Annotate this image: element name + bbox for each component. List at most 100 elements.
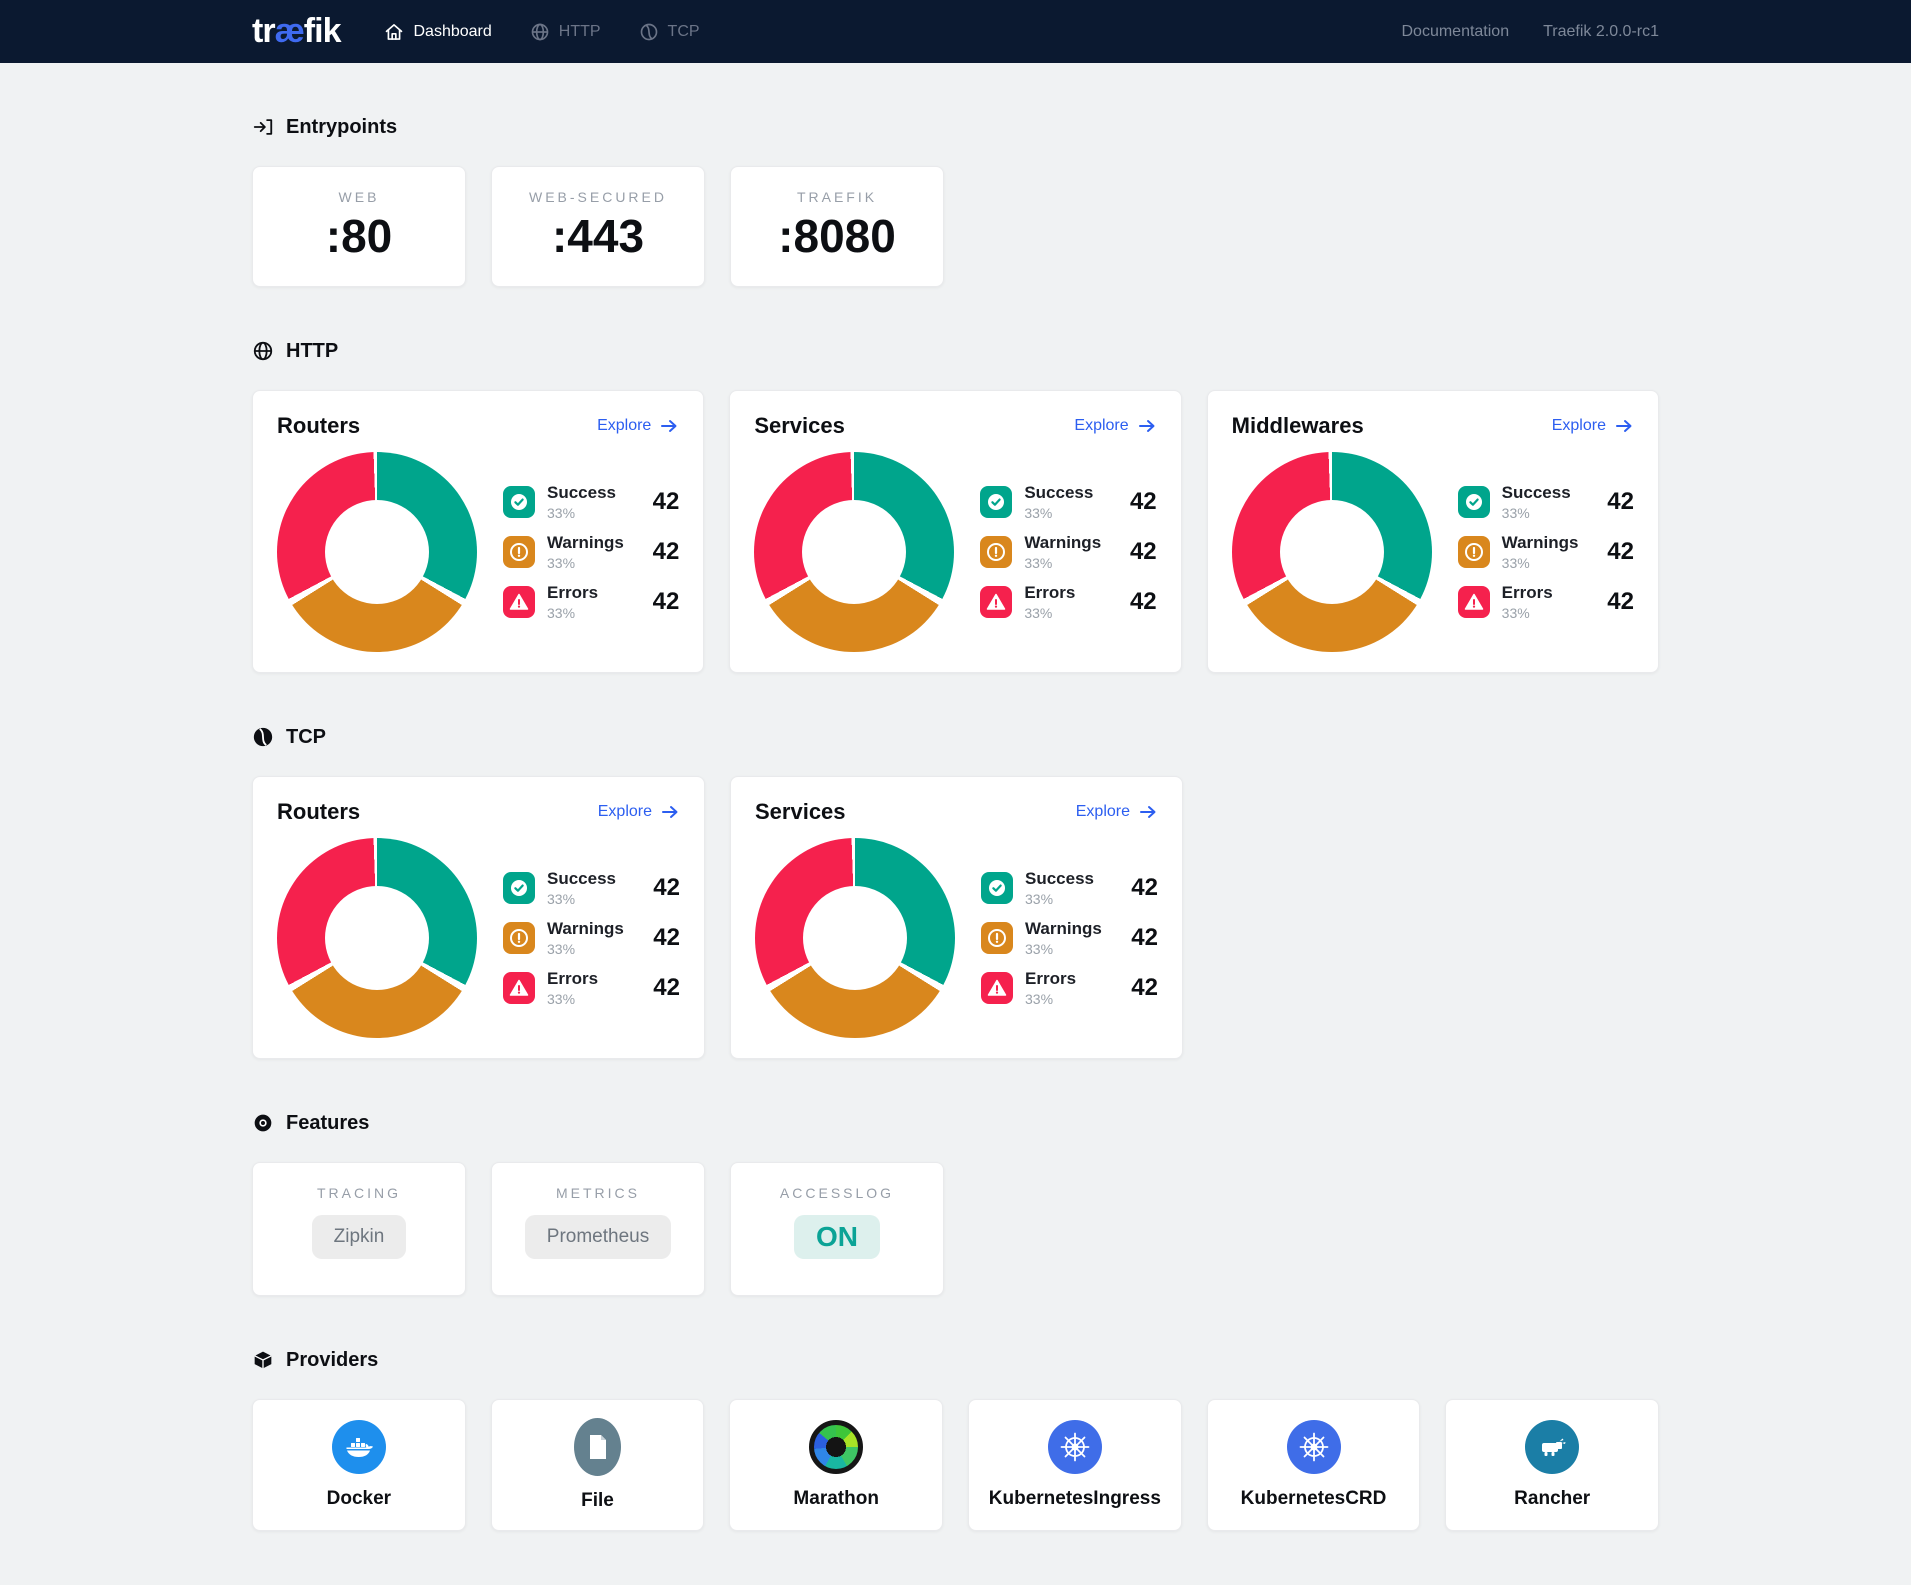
- legend-row-warnings: Warnings33% 42: [503, 913, 680, 963]
- legend-row-errors: Errors33% 42: [1458, 577, 1634, 627]
- provider-card-marathon: Marathon: [729, 1399, 943, 1531]
- provider-card-rancher: Rancher: [1445, 1399, 1659, 1531]
- legend-count: 42: [653, 974, 680, 1002]
- section-title: Entrypoints: [286, 116, 397, 139]
- chart-legend: Success33% 42 Warnings33% 42 Errors 33% 4…: [980, 477, 1156, 627]
- entrypoints-section-header: Entrypoints: [252, 115, 1659, 139]
- legend-label: Errors: [1024, 583, 1075, 603]
- error-triangle-icon: [1458, 586, 1490, 618]
- legend-count: 42: [1131, 874, 1158, 902]
- warning-exclamation-icon: [503, 536, 535, 568]
- provider-card-docker: Docker: [252, 1399, 466, 1531]
- warning-exclamation-icon: [503, 922, 535, 954]
- legend-label: Errors: [547, 583, 598, 603]
- explore-label: Explore: [598, 803, 652, 821]
- explore-link[interactable]: Explore: [1552, 416, 1634, 436]
- providers-cube-icon: [252, 1349, 274, 1371]
- legend-count: 42: [1131, 924, 1158, 952]
- features-section-header: Features: [252, 1111, 1659, 1135]
- documentation-link[interactable]: Documentation: [1401, 23, 1509, 41]
- nav-item-tcp[interactable]: TCP: [639, 22, 700, 42]
- legend-row-errors: Errors33% 42: [503, 963, 680, 1013]
- docker-whale-icon: [332, 1420, 386, 1474]
- provider-label: File: [581, 1490, 614, 1512]
- feature-card-accesslog: ACCESSLOG ON: [730, 1162, 944, 1296]
- legend-label: Warnings: [547, 919, 624, 939]
- legend-count: 42: [1607, 488, 1634, 516]
- legend-count: 42: [1130, 488, 1157, 516]
- legend-percent: 33%: [547, 891, 616, 907]
- http-services-card: Services Explore Success33% 42 War: [729, 390, 1181, 673]
- legend-row-success: Success33% 42: [503, 863, 680, 913]
- entrypoint-port: :443: [552, 213, 644, 259]
- legend-label: Errors: [1025, 969, 1076, 989]
- legend-percent: 33%: [547, 555, 624, 571]
- explore-label: Explore: [1076, 803, 1130, 821]
- provider-card-file: File: [491, 1399, 705, 1531]
- legend-percent: 33%: [547, 941, 624, 957]
- arrow-right-icon: [1137, 416, 1157, 436]
- legend-percent: 33%: [547, 505, 616, 521]
- legend-count: 42: [1130, 538, 1157, 566]
- provider-card-kubernetes-crd: KubernetesCRD: [1207, 1399, 1421, 1531]
- version-text: Traefik 2.0.0-rc1: [1543, 23, 1659, 41]
- entrypoints-login-icon: [252, 116, 274, 138]
- providers-section-header: Providers: [252, 1348, 1659, 1372]
- nav-item-http[interactable]: HTTP: [530, 22, 601, 42]
- card-title: Services: [755, 799, 846, 825]
- explore-label: Explore: [1074, 417, 1128, 435]
- features-record-icon: [252, 1112, 274, 1134]
- legend-percent: 33%: [1024, 555, 1101, 571]
- entrypoint-card-web: WEB :80: [252, 166, 466, 287]
- http-cards-row: Routers Explore Success33% 42 Warn: [252, 390, 1659, 673]
- tcp-routers-card: Routers Explore Success33% 42 Warn: [252, 776, 705, 1059]
- chart-legend: Success33% 42 Warnings33% 42 Errors33% 4…: [1458, 477, 1634, 627]
- legend-row-warnings: Warnings33% 42: [503, 527, 679, 577]
- explore-link[interactable]: Explore: [1074, 416, 1156, 436]
- feature-label: METRICS: [556, 1185, 640, 1201]
- arrow-right-icon: [659, 416, 679, 436]
- error-triangle-icon: [981, 972, 1013, 1004]
- section-title: HTTP: [286, 340, 338, 363]
- provider-card-kubernetes-ingress: KubernetesIngress: [968, 1399, 1182, 1531]
- logo-accent-text: æ: [275, 12, 304, 50]
- legend-row-warnings: Warnings 33% 42: [981, 913, 1158, 963]
- kubernetes-wheel-icon: [1048, 1420, 1102, 1474]
- tcp-cards-row: Routers Explore Success33% 42 Warn: [252, 776, 1659, 1059]
- legend-percent: 33%: [1025, 941, 1102, 957]
- entrypoint-card-web-secured: WEB-SECURED :443: [491, 166, 705, 287]
- globe-icon: [252, 340, 274, 362]
- legend-label: Warnings: [547, 533, 624, 553]
- marathon-pinwheel-icon: [809, 1420, 863, 1474]
- explore-link[interactable]: Explore: [598, 802, 680, 822]
- providers-row: Docker File Marathon KubernetesIngress K…: [252, 1399, 1659, 1531]
- feature-value-badge: Zipkin: [312, 1215, 407, 1259]
- arrow-right-icon: [1138, 802, 1158, 822]
- tcp-ball-icon: [252, 726, 274, 748]
- legend-row-warnings: Warnings33% 42: [980, 527, 1156, 577]
- legend-row-success: Success33% 42: [981, 863, 1158, 913]
- http-middlewares-card: Middlewares Explore Success33% 42: [1207, 390, 1659, 673]
- legend-percent: 33%: [547, 991, 598, 1007]
- explore-link[interactable]: Explore: [597, 416, 679, 436]
- legend-label: Warnings: [1025, 919, 1102, 939]
- tcp-services-card: Services Explore Success33% 42 War: [730, 776, 1183, 1059]
- logo-text: tr: [252, 12, 275, 50]
- nav-item-label: HTTP: [559, 23, 601, 41]
- entrypoint-port: :8080: [778, 213, 896, 259]
- legend-count: 42: [653, 874, 680, 902]
- legend-count: 42: [653, 588, 680, 616]
- feature-label: TRACING: [317, 1185, 401, 1201]
- provider-label: KubernetesCRD: [1241, 1488, 1387, 1510]
- arrow-right-icon: [660, 802, 680, 822]
- entrypoints-row: WEB :80 WEB-SECURED :443 TRAEFIK :8080: [252, 166, 1659, 287]
- success-check-icon: [1458, 486, 1490, 518]
- legend-label: Success: [1025, 869, 1094, 889]
- nav-item-dashboard[interactable]: Dashboard: [384, 22, 491, 42]
- explore-link[interactable]: Explore: [1076, 802, 1158, 822]
- legend-row-success: Success33% 42: [980, 477, 1156, 527]
- features-row: TRACING Zipkin METRICS Prometheus ACCESS…: [252, 1162, 1659, 1296]
- status-donut-chart: [277, 838, 477, 1038]
- error-triangle-icon: [503, 972, 535, 1004]
- status-donut-chart: [755, 838, 955, 1038]
